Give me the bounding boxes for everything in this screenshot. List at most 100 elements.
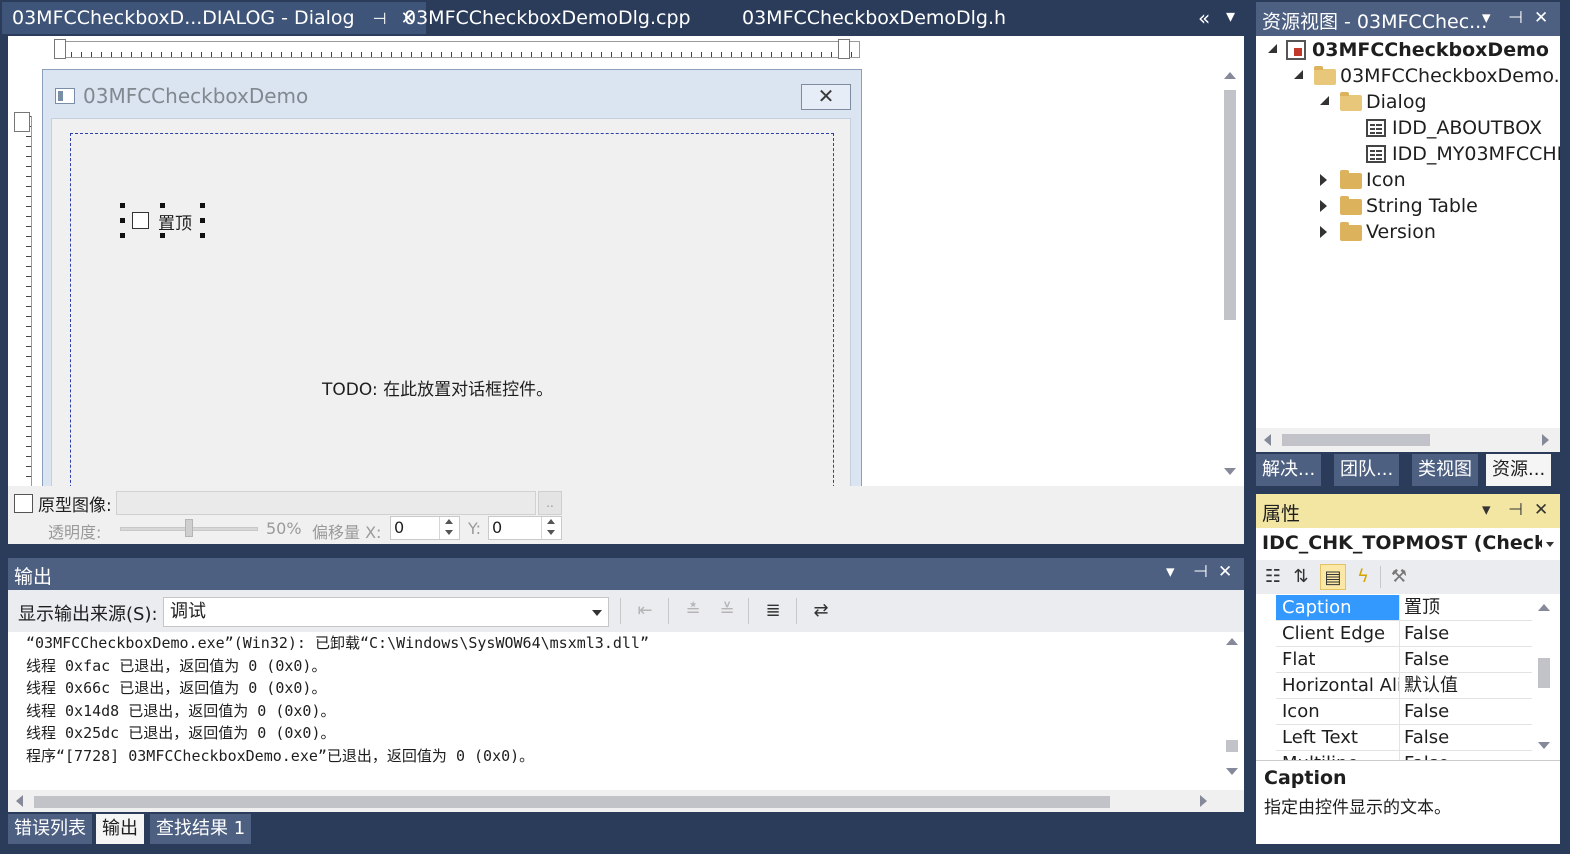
scroll-up-arrow-icon[interactable] [1226, 638, 1238, 645]
spin-down-icon[interactable] [547, 530, 555, 535]
property-grid[interactable]: Caption 置顶 Client Edge False Flat False … [1256, 594, 1560, 760]
control-events-icon[interactable]: ϟ [1350, 564, 1376, 590]
scrollbar-thumb[interactable] [1282, 434, 1430, 446]
property-value[interactable]: False [1404, 699, 1532, 724]
selection-handle[interactable] [200, 233, 205, 238]
next-message-icon[interactable]: ≚ [714, 598, 740, 624]
property-value[interactable]: 默认值 [1404, 673, 1532, 698]
property-row[interactable]: Horizontal Ali 默认值 [1276, 673, 1532, 699]
tree-node-string-table[interactable]: String Table [1366, 193, 1478, 219]
tab-find-results[interactable]: 查找结果 1 [150, 814, 252, 844]
close-icon[interactable]: ✕ [1534, 500, 1548, 520]
spin-buttons[interactable] [439, 517, 459, 539]
window-position-dropdown-icon[interactable]: ▾ [1166, 562, 1175, 582]
window-position-dropdown-icon[interactable]: ▾ [1482, 8, 1491, 28]
clear-all-icon[interactable]: ≣ [760, 598, 786, 624]
output-source-select[interactable]: 调试 [163, 597, 609, 627]
scroll-down-arrow-icon[interactable] [1538, 742, 1550, 749]
tree-node-dialog-item[interactable]: IDD_ABOUTBOX [1392, 115, 1542, 141]
browse-button[interactable]: .. [538, 491, 562, 515]
spin-up-icon[interactable] [547, 519, 555, 524]
scrollbar-thumb[interactable] [1538, 658, 1550, 688]
checkbox-square[interactable] [132, 212, 149, 229]
property-row[interactable]: Client Edge False [1276, 621, 1532, 647]
selection-handle[interactable] [200, 203, 205, 208]
tab-resource-view[interactable]: 资源... [1486, 454, 1552, 486]
expand-icon[interactable] [1320, 226, 1327, 238]
property-row[interactable]: Icon False [1276, 699, 1532, 725]
pin-icon[interactable]: ⊣ [373, 3, 387, 35]
collapse-icon[interactable] [1294, 70, 1303, 79]
ruler-guide-handle[interactable] [54, 39, 66, 59]
collapse-icon[interactable] [1320, 96, 1329, 105]
tab-error-list[interactable]: 错误列表 [8, 814, 92, 844]
tab-dlg-cpp[interactable]: 03MFCCheckboxDemoDlg.cpp [394, 2, 701, 34]
categorized-icon[interactable]: ☷ [1260, 564, 1286, 590]
scroll-up-arrow-icon[interactable] [1538, 604, 1550, 611]
resource-tree[interactable]: 03MFCCheckboxDemo 03MFCCheckboxDemo.rc D… [1256, 36, 1560, 428]
offset-x-stepper[interactable]: 0 [390, 516, 460, 540]
ruler-guide-handle[interactable] [14, 112, 30, 132]
dialog-close-button[interactable]: ✕ [801, 84, 851, 110]
scroll-down-arrow-icon[interactable] [1224, 468, 1236, 475]
editor-vertical-scrollbar[interactable] [1220, 66, 1240, 486]
property-value[interactable]: False [1404, 751, 1532, 760]
ruler-guide-handle[interactable] [838, 39, 850, 59]
window-position-dropdown-icon[interactable]: ▾ [1482, 500, 1491, 520]
scrollbar-thumb[interactable] [1226, 740, 1238, 752]
dialog-client-area[interactable]: 置顶 TODO: 在此放置对话框控件。 [51, 118, 851, 486]
property-row[interactable]: Flat False [1276, 647, 1532, 673]
selection-handle[interactable] [120, 203, 125, 208]
output-horizontal-scrollbar[interactable] [8, 790, 1220, 812]
scroll-left-arrow-icon[interactable] [1264, 434, 1271, 446]
selection-handle[interactable] [200, 218, 205, 223]
horizontal-ruler[interactable] [60, 41, 860, 58]
todo-static-text[interactable]: TODO: 在此放置对话框控件。 [322, 375, 553, 400]
expand-icon[interactable] [1320, 174, 1327, 186]
scroll-up-arrow-icon[interactable] [1224, 72, 1236, 79]
vertical-ruler[interactable] [18, 116, 32, 486]
tab-list-dropdown-icon[interactable]: ▾ [1226, 6, 1235, 27]
dialog-editor-surface[interactable]: 03MFCCheckboxDemo ✕ 置顶 TODO: 在此放置对话框控件。 [8, 36, 1244, 486]
offset-y-stepper[interactable]: 0 [488, 516, 562, 540]
tab-class-view[interactable]: 类视图 [1412, 454, 1478, 486]
selection-handle[interactable] [120, 233, 125, 238]
property-value[interactable]: False [1404, 647, 1532, 672]
spin-down-icon[interactable] [445, 530, 453, 535]
tab-overflow-icon[interactable]: « [1198, 6, 1210, 30]
tab-dialog-resource[interactable]: 03MFCCheckboxD...DIALOG - Dialog ⊣ ✕ [2, 2, 426, 34]
properties-page-icon[interactable]: ▤ [1320, 564, 1346, 590]
property-row[interactable]: Left Text False [1276, 725, 1532, 751]
pin-icon[interactable]: ⊣ [1193, 562, 1208, 582]
pin-icon[interactable]: ⊣ [1508, 8, 1523, 28]
dialog-preview[interactable]: 03MFCCheckboxDemo ✕ 置顶 TODO: 在此放置对话框控件。 [42, 69, 862, 486]
scroll-left-arrow-icon[interactable] [16, 795, 23, 807]
toggle-word-wrap-icon[interactable]: ⇄ [808, 598, 834, 624]
property-value-input[interactable]: 置顶 [1404, 595, 1532, 620]
go-to-line-icon[interactable]: ⇤ [632, 598, 658, 624]
prototype-image-path-input[interactable] [116, 491, 536, 515]
tree-node-dialog-item[interactable]: IDD_MY03MFCCHE [1392, 141, 1560, 167]
scrollbar-thumb[interactable] [34, 796, 1110, 808]
property-row-caption[interactable]: Caption 置顶 [1276, 595, 1532, 621]
spin-buttons[interactable] [541, 517, 561, 539]
property-row[interactable]: Multiline False [1276, 751, 1532, 760]
selection-handle[interactable] [160, 203, 165, 208]
chevron-down-icon[interactable] [592, 610, 602, 616]
scroll-right-arrow-icon[interactable] [1542, 434, 1549, 446]
property-pages-wrench-icon[interactable]: ⚒ [1386, 564, 1412, 590]
expand-icon[interactable] [1320, 200, 1327, 212]
spin-up-icon[interactable] [445, 519, 453, 524]
topmost-checkbox-control[interactable]: 置顶 [120, 203, 205, 238]
scroll-right-arrow-icon[interactable] [1200, 795, 1207, 807]
resource-tree-horizontal-scrollbar[interactable] [1256, 428, 1560, 452]
properties-object-selector[interactable]: IDC_CHK_TOPMOST (Check-box [1256, 528, 1560, 560]
pin-icon[interactable]: ⊣ [1508, 500, 1523, 520]
tab-solution-explorer[interactable]: 解决... [1256, 454, 1322, 486]
property-value[interactable]: False [1404, 725, 1532, 750]
tree-node-project[interactable]: 03MFCCheckboxDemo [1312, 37, 1549, 63]
close-icon[interactable]: ✕ [1218, 562, 1232, 582]
prototype-image-checkbox[interactable] [14, 494, 33, 513]
opacity-slider-thumb[interactable] [185, 519, 193, 537]
scrollbar-thumb[interactable] [1224, 90, 1236, 320]
